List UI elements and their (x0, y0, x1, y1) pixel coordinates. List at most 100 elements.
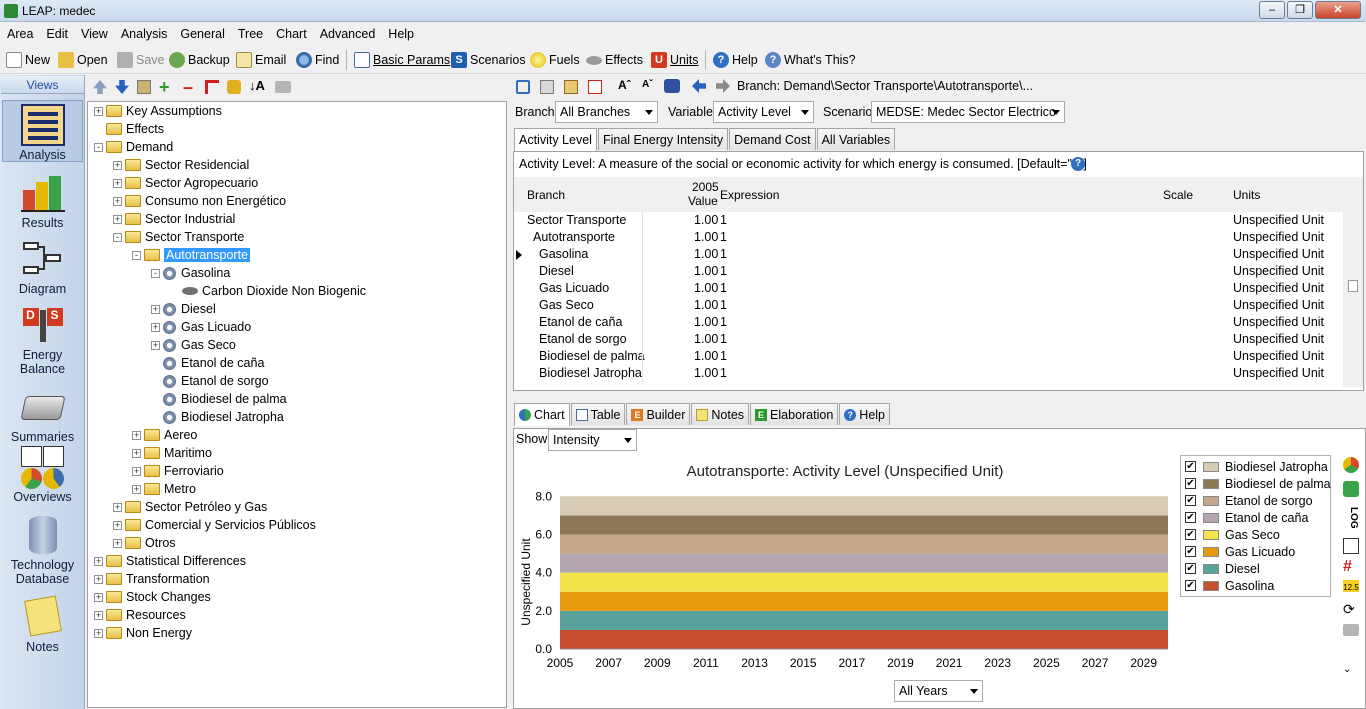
expand-icon[interactable]: + (151, 304, 160, 314)
expand-icon[interactable]: + (113, 538, 122, 548)
menu-advanced[interactable]: Advanced (313, 23, 382, 41)
close-icon[interactable]: ✕ (1315, 1, 1361, 19)
chevron-down-icon[interactable]: ⌄ (1343, 664, 1359, 680)
expand-icon[interactable]: + (113, 178, 122, 188)
tree-node[interactable]: + Consumo non Energético (113, 192, 286, 210)
tree-node[interactable]: Etanol de sorgo (151, 372, 269, 390)
tree-node[interactable]: + Sector Industrial (113, 210, 235, 228)
tree-node[interactable]: + Statistical Differences (94, 552, 246, 570)
tree-node[interactable]: + Sector Residencial (113, 156, 249, 174)
tree-node[interactable]: Effects (94, 120, 164, 138)
collapse-icon[interactable]: - (132, 250, 141, 260)
tree-node[interactable]: + Non Energy (94, 624, 192, 642)
tree-node[interactable]: + Metro (132, 480, 196, 498)
tree-node[interactable]: + Diesel (151, 300, 216, 318)
legend-item[interactable]: ✔ Etanol de sorgo (1185, 492, 1313, 509)
view-overviews[interactable]: Overviews (2, 446, 83, 504)
view-diagram[interactable]: Diagram (2, 238, 83, 296)
tree-node[interactable]: + Aereo (132, 426, 197, 444)
legend-item[interactable]: ✔ Biodiesel de palma (1185, 475, 1331, 492)
years-select[interactable]: All Years (894, 680, 983, 702)
expand-icon[interactable]: + (151, 340, 160, 350)
legend-checkbox[interactable]: ✔ (1185, 580, 1196, 591)
tree-node[interactable]: + Gas Licuado (151, 318, 251, 336)
menu-view[interactable]: View (74, 23, 114, 41)
3d-rotate-icon[interactable]: ⟳ (1343, 601, 1359, 617)
show-select[interactable]: Intensity (548, 429, 637, 451)
lock-icon[interactable] (227, 80, 241, 94)
legend-item[interactable]: ✔ Gas Seco (1185, 526, 1280, 543)
tree-node[interactable]: + Otros (113, 534, 176, 552)
units-button[interactable]: U Units (651, 51, 698, 69)
tab-help[interactable]: ? Help (839, 403, 891, 425)
tree-node[interactable]: Carbon Dioxide Non Biogenic (170, 282, 366, 300)
expand-icon[interactable]: + (132, 466, 141, 476)
copy-icon[interactable] (540, 80, 554, 94)
move-down-icon[interactable] (115, 80, 129, 94)
menu-tree[interactable]: Tree (231, 23, 269, 41)
back-arrow-icon[interactable] (692, 79, 706, 93)
maximize-icon[interactable]: ❐ (1287, 1, 1313, 19)
legend-checkbox[interactable]: ✔ (1185, 461, 1196, 472)
paste-icon[interactable] (564, 80, 578, 94)
cell-expression[interactable]: 1 (720, 230, 727, 244)
cell-expression[interactable]: 1 (720, 264, 727, 278)
tab-notes[interactable]: Notes (691, 403, 750, 425)
collapse-icon[interactable]: - (94, 142, 103, 152)
tree-node[interactable]: - Autotransporte (132, 246, 250, 264)
cell-expression[interactable]: 1 (720, 332, 727, 346)
table-row[interactable]: Gas Licuado 1.00 1 Unspecified Unit (514, 280, 1343, 297)
tree-node[interactable]: + Sector Agropecuario (113, 174, 258, 192)
tree-node[interactable]: - Demand (94, 138, 173, 156)
legend-checkbox[interactable]: ✔ (1185, 546, 1196, 557)
view-summaries[interactable]: Summaries (2, 386, 83, 444)
table-row[interactable]: Gas Seco 1.00 1 Unspecified Unit (514, 297, 1343, 314)
expand-icon[interactable]: + (94, 574, 103, 584)
print-icon[interactable] (1343, 624, 1359, 636)
help-button[interactable]: ? Help (713, 51, 758, 69)
table-row[interactable]: Biodiesel de palma 1.00 1 Unspecified Unit (514, 348, 1343, 365)
tree-node[interactable]: + Ferroviario (132, 462, 224, 480)
pie-chart-icon[interactable] (1343, 457, 1359, 473)
collapse-icon[interactable]: - (151, 268, 160, 278)
save-button[interactable]: Save (117, 51, 165, 69)
print-icon[interactable] (275, 81, 291, 93)
legend-item[interactable]: ✔ Etanol de caña (1185, 509, 1308, 526)
legend-checkbox[interactable]: ✔ (1185, 478, 1196, 489)
tree-node[interactable]: - Gasolina (151, 264, 230, 282)
fuels-button[interactable]: Fuels (530, 51, 580, 69)
variable-select[interactable]: Activity Level (713, 101, 814, 123)
cell-expression[interactable]: 1 (720, 247, 727, 261)
expand-icon[interactable]: + (94, 592, 103, 602)
table-row[interactable]: Biodiesel Jatropha 1.00 1 Unspecified Unit (514, 365, 1343, 382)
legend-checkbox[interactable]: ✔ (1185, 529, 1196, 540)
open-button[interactable]: Open (58, 51, 108, 69)
cell-expression[interactable]: 1 (720, 315, 727, 329)
minimize-icon[interactable]: – (1259, 1, 1285, 19)
cell-expression[interactable]: 1 (720, 213, 727, 227)
tree-node[interactable]: + Maritimo (132, 444, 212, 462)
expand-icon[interactable]: + (113, 160, 122, 170)
tab-final-energy-intensity[interactable]: Final Energy Intensity (597, 128, 729, 150)
tree-node[interactable]: - Sector Transporte (113, 228, 244, 246)
legend-checkbox[interactable]: ✔ (1185, 563, 1196, 574)
tab-elaboration[interactable]: E Elaboration (750, 403, 839, 425)
menu-help[interactable]: Help (381, 23, 420, 41)
help-icon[interactable]: ? (1071, 157, 1085, 171)
import-icon[interactable] (588, 80, 602, 94)
scrollbar-thumb[interactable] (1348, 280, 1358, 292)
tab-all-variables[interactable]: All Variables (816, 128, 896, 150)
tab-activity-level[interactable]: Activity Level (514, 128, 597, 151)
tree-node[interactable]: + Stock Changes (94, 588, 211, 606)
collapse-icon[interactable]: - (113, 232, 122, 242)
table-row[interactable]: Etanol de sorgo 1.00 1 Unspecified Unit (514, 331, 1343, 348)
add-branch-icon[interactable]: + (159, 78, 170, 96)
basic-params-button[interactable]: Basic Params (354, 51, 450, 69)
properties-icon[interactable] (137, 80, 151, 94)
view-technology-database[interactable]: Technology Database (2, 514, 83, 586)
email-button[interactable]: Email (236, 51, 286, 69)
tree-node[interactable]: + Sector Petróleo y Gas (113, 498, 267, 516)
grid-scrollbar[interactable] (1343, 177, 1363, 387)
legend-item[interactable]: ✔ Gas Licuado (1185, 543, 1295, 560)
find-button[interactable]: Find (296, 51, 339, 69)
